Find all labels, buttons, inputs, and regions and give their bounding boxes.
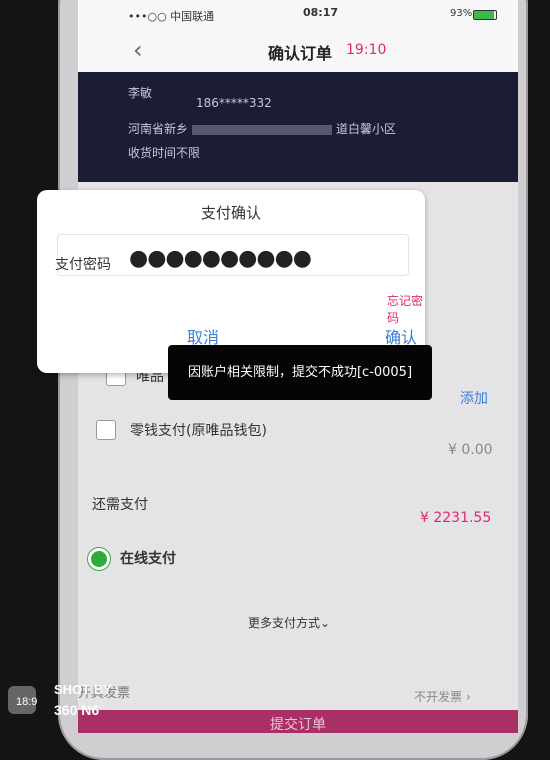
recipient-phone: 186*****332 — [196, 96, 272, 110]
watermark-line1: SHOT BY — [54, 682, 112, 697]
wallet-checkbox[interactable] — [96, 420, 116, 440]
wallet-label: 零钱支付(原唯品钱包) — [130, 423, 267, 439]
online-pay-radio[interactable] — [88, 548, 110, 570]
address-prefix: 河南省新乡 — [128, 122, 189, 136]
carrier-label: •••○○ 中国联通 — [128, 10, 215, 23]
password-label: 支付密码 — [55, 257, 111, 273]
blurred-address — [192, 124, 333, 135]
online-pay-label: 在线支付 — [120, 551, 176, 567]
submit-order-button[interactable]: 提交订单 — [78, 710, 518, 733]
error-toast: 因账户相关限制，提交不成功[c-0005] — [168, 345, 432, 400]
recipient-address: 河南省新乡 道白馨小区 — [128, 120, 488, 137]
still-pay-label: 还需支付 — [92, 497, 148, 513]
watermark-line2: 360 N6 — [54, 702, 100, 718]
status-bar: •••○○ 中国联通 08:17 93% — [78, 0, 518, 26]
password-input[interactable]: ●●●●●●●●●● — [129, 246, 312, 271]
nav-bar: ‹ 确认订单 19:10 — [78, 26, 518, 73]
invoice-value[interactable]: 不开发票 › — [414, 688, 471, 705]
address-suffix: 道白馨小区 — [336, 122, 397, 136]
watermark-aspect: 18:9 — [16, 696, 38, 708]
countdown-timer: 19:10 — [346, 42, 387, 58]
back-chevron-icon[interactable]: ‹ — [133, 36, 143, 64]
page-title: 确认订单 — [268, 44, 333, 63]
address-card[interactable]: 李敏 186*****332 河南省新乡 道白馨小区 收货时间不限 — [78, 72, 518, 182]
delivery-time: 收货时间不限 — [128, 146, 201, 160]
still-pay-amount: ¥ 2231.55 — [420, 510, 492, 526]
add-card-link[interactable]: 添加 — [460, 388, 488, 408]
battery-icon — [473, 10, 497, 20]
clock: 08:17 — [303, 6, 339, 19]
more-pay-methods[interactable]: 更多支付方式⌄ — [248, 614, 330, 631]
wallet-amount: ¥ 0.00 — [448, 442, 493, 458]
dialog-title: 支付确认 — [200, 204, 261, 222]
battery-percent: 93% — [450, 8, 473, 19]
recipient-name: 李敏 — [128, 86, 153, 100]
forgot-password-link[interactable]: 忘记密码 — [387, 292, 425, 326]
